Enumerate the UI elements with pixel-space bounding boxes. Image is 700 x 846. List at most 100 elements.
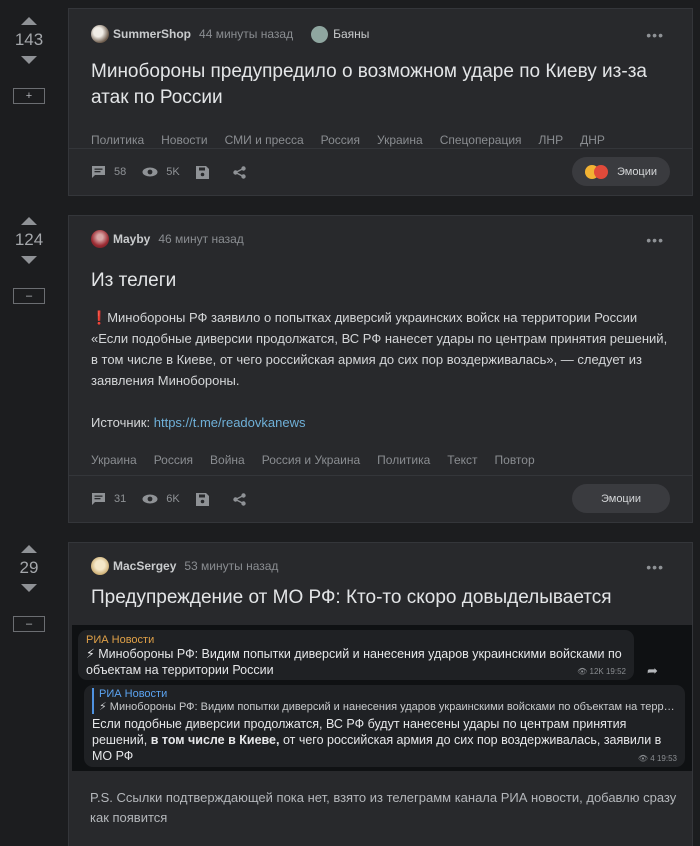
tag[interactable]: ЛНР <box>539 133 564 147</box>
more-menu-icon[interactable]: ••• <box>646 559 664 575</box>
post-title[interactable]: Из телеги <box>69 268 692 294</box>
tag[interactable]: Политика <box>91 133 144 147</box>
source-link[interactable]: https://t.me/readovkanews <box>154 415 306 430</box>
source-line: Источник: https://t.me/readovkanews <box>69 412 692 433</box>
post-body-text: Минобороны РФ заявило о попытках диверси… <box>91 310 668 388</box>
rating-value: 143 <box>14 30 44 49</box>
tag[interactable]: Россия <box>321 133 360 147</box>
tag[interactable]: Новости <box>161 133 207 147</box>
comments-button[interactable]: 31 <box>91 492 126 506</box>
collapse-button[interactable]: – <box>13 616 45 632</box>
tag[interactable]: Война <box>210 453 245 467</box>
comments-count: 31 <box>114 493 127 505</box>
tag[interactable]: Повтор <box>495 453 535 467</box>
save-button[interactable] <box>195 492 217 506</box>
eye-icon <box>142 167 158 177</box>
telegram-screenshot: РИА Новости ⚡ Минобороны РФ: Видим попыт… <box>72 625 692 771</box>
emotions-label: Эмоции <box>616 165 658 178</box>
post-title[interactable]: Предупреждение от МО РФ: Кто-то скоро до… <box>69 585 692 611</box>
comment-icon <box>92 493 105 505</box>
tag[interactable]: Украина <box>377 133 423 147</box>
post-card: SummerShop 44 минуты назад Баяны ••• Мин… <box>68 8 693 196</box>
tag[interactable]: Текст <box>447 453 477 467</box>
message-meta: 👁 12K 19:52 <box>577 667 626 676</box>
downvote-icon[interactable] <box>21 256 37 264</box>
source-label: Источник: <box>91 415 151 430</box>
post-footer: 31 6K Эмоции <box>69 475 692 522</box>
comment-icon <box>92 166 105 178</box>
community-name: Баяны <box>333 27 370 41</box>
share-icon <box>233 165 246 179</box>
rating-value: 124 <box>14 230 44 249</box>
views-indicator: 6K <box>142 493 180 505</box>
tag[interactable]: СМИ и пресса <box>225 133 304 147</box>
more-menu-icon[interactable]: ••• <box>646 27 664 43</box>
views-count: 5K <box>166 166 180 178</box>
save-icon <box>195 492 209 506</box>
tag-list: Политика Новости СМИ и пресса Россия Укр… <box>69 133 692 147</box>
rating-block: 29 – <box>0 545 58 632</box>
post-time: 46 минут назад <box>158 232 244 246</box>
author-name[interactable]: Mayby <box>113 232 150 246</box>
post-header: Mayby 46 минут назад ••• <box>69 229 692 249</box>
collapse-button[interactable]: – <box>13 288 45 304</box>
tag[interactable]: Политика <box>377 453 430 467</box>
tag-list: Украина Россия Война Россия и Украина По… <box>69 453 692 467</box>
telegram-message: РИА Новости ⚡ Минобороны РФ: Видим попыт… <box>78 630 634 680</box>
author-name[interactable]: MacSergey <box>113 559 176 573</box>
more-menu-icon[interactable]: ••• <box>646 232 664 248</box>
post-card: Mayby 46 минут назад ••• Из телеги ❗Мино… <box>68 215 693 523</box>
community-icon <box>311 25 329 43</box>
message-text: ⚡ Минобороны РФ: Видим попытки диверсий … <box>86 647 622 677</box>
tag[interactable]: Спецоперация <box>440 133 522 147</box>
tag[interactable]: Россия и Украина <box>262 453 360 467</box>
forward-icon: ➦ <box>647 663 658 678</box>
emotions-label: Эмоции <box>600 492 642 505</box>
comments-button[interactable]: 58 <box>91 165 126 179</box>
avatar[interactable] <box>91 25 109 43</box>
quote-channel-name: РИА Новости <box>99 688 168 700</box>
comments-count: 58 <box>114 166 127 178</box>
rating-block: 143 + <box>0 17 58 104</box>
downvote-icon[interactable] <box>21 584 37 592</box>
message-text: Если подобные диверсии продолжатся, ВС Р… <box>92 716 677 764</box>
reply-quote: РИА Новости ⚡ Минобороны РФ: Видим попыт… <box>92 688 677 714</box>
emotions-icon <box>584 164 609 180</box>
quote-text: ⚡ Минобороны РФ: Видим попытки диверсий … <box>99 701 677 713</box>
emotions-button[interactable]: Эмоции <box>572 157 670 186</box>
rating-value: 29 <box>19 558 39 577</box>
avatar[interactable] <box>91 557 109 575</box>
author-name[interactable]: SummerShop <box>113 27 191 41</box>
save-button[interactable] <box>195 165 217 179</box>
share-button[interactable] <box>233 492 254 506</box>
telegram-message: РИА Новости ⚡ Минобороны РФ: Видим попыт… <box>84 685 685 767</box>
views-indicator: 5K <box>142 166 180 178</box>
post-header: MacSergey 53 минуты назад ••• <box>69 556 692 576</box>
upvote-icon[interactable] <box>21 217 37 225</box>
post-time: 53 минуты назад <box>184 559 279 573</box>
message-text-bold: в том числе в Киеве, <box>150 733 280 747</box>
post-header: SummerShop 44 минуты назад Баяны ••• <box>69 24 692 44</box>
post-postscript: P.S. Ссылки подтверждающей пока нет, взя… <box>90 790 677 825</box>
post-body: ❗Минобороны РФ заявило о попытках диверс… <box>69 307 692 391</box>
community-link[interactable]: Баяны <box>311 25 370 43</box>
eye-icon <box>142 494 158 504</box>
save-icon <box>195 165 209 179</box>
tag[interactable]: Украина <box>91 453 137 467</box>
views-count: 6K <box>166 493 180 505</box>
upvote-icon[interactable] <box>21 17 37 25</box>
tag[interactable]: Россия <box>154 453 193 467</box>
message-meta: 👁 4 19:53 <box>637 754 677 763</box>
exclamation-icon: ❗ <box>91 310 108 325</box>
share-icon <box>233 492 246 506</box>
post-title[interactable]: Минобороны предупредило о возможном удар… <box>69 59 692 111</box>
avatar[interactable] <box>91 230 109 248</box>
rating-block: 124 – <box>0 217 58 304</box>
expand-button[interactable]: + <box>13 88 45 104</box>
channel-name: РИА Новости <box>86 634 155 646</box>
upvote-icon[interactable] <box>21 545 37 553</box>
share-button[interactable] <box>233 165 254 179</box>
emotions-button[interactable]: Эмоции <box>572 484 670 513</box>
tag[interactable]: ДНР <box>580 133 605 147</box>
downvote-icon[interactable] <box>21 56 37 64</box>
